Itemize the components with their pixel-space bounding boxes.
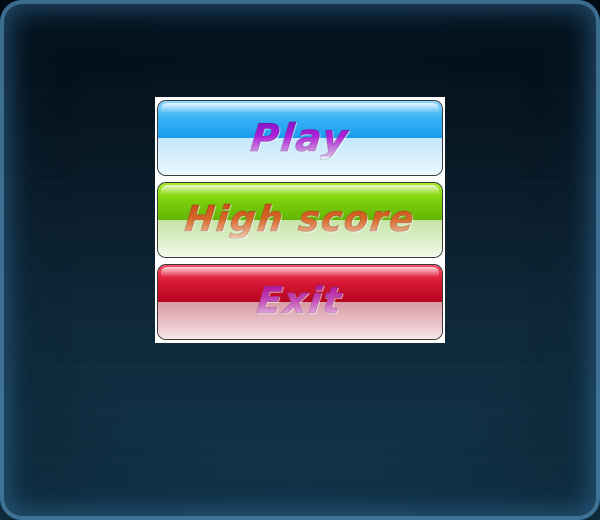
high-score-button-shine	[161, 185, 439, 195]
high-score-button-label: High score	[182, 199, 418, 240]
high-score-button[interactable]: High score	[157, 182, 443, 258]
exit-button[interactable]: Exit	[157, 264, 443, 340]
exit-button-label: Exit	[255, 281, 345, 323]
play-button-shine	[161, 103, 439, 113]
play-button[interactable]: Play	[157, 100, 443, 176]
play-button-label: Play	[248, 116, 352, 161]
main-menu: Play High score Exit	[155, 97, 445, 343]
exit-button-shine	[161, 267, 439, 277]
